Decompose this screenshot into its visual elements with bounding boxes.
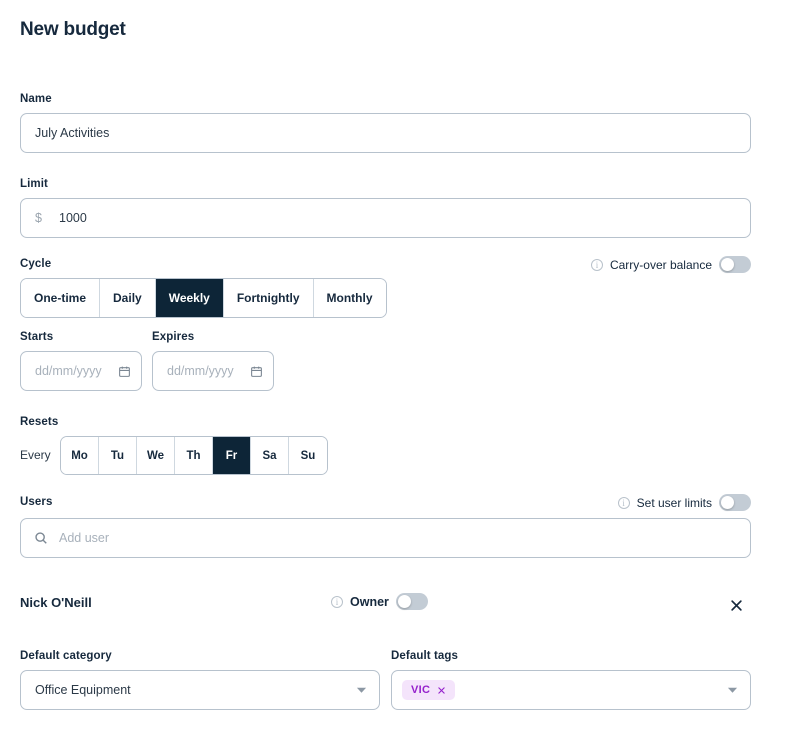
owner-control: i Owner [331, 593, 428, 610]
search-icon [34, 531, 48, 545]
info-icon[interactable]: i [617, 496, 630, 509]
starts-date-placeholder: dd/mm/yyyy [35, 364, 102, 378]
limit-input-value: 1000 [59, 211, 87, 225]
carry-over-balance-control: i Carry-over balance [590, 256, 751, 273]
expires-date-placeholder: dd/mm/yyyy [167, 364, 234, 378]
default-category-select[interactable]: Office Equipment [20, 670, 380, 710]
info-icon[interactable]: i [590, 258, 603, 271]
reset-day-mo[interactable]: Mo [61, 437, 99, 474]
add-user-search-input[interactable]: Add user [20, 518, 751, 558]
reset-day-su[interactable]: Su [289, 437, 327, 474]
tag-chip-label: VIC [411, 684, 431, 696]
cycle-button-group: One-time Daily Weekly Fortnightly Monthl… [20, 278, 387, 318]
expires-date-input[interactable]: dd/mm/yyyy [152, 351, 274, 391]
carry-over-balance-label: Carry-over balance [609, 257, 712, 272]
cycle-option-monthly[interactable]: Monthly [313, 279, 386, 317]
set-user-limits-toggle[interactable] [719, 494, 751, 511]
calendar-icon[interactable] [250, 365, 263, 378]
carry-over-balance-toggle[interactable] [719, 256, 751, 273]
page-title: New budget [20, 19, 126, 40]
user-row-name: Nick O'Neill [20, 595, 92, 610]
set-user-limits-control: i Set user limits [617, 494, 751, 511]
default-tags-label: Default tags [391, 650, 459, 662]
currency-symbol: $ [35, 211, 42, 225]
default-category-value: Office Equipment [35, 683, 131, 697]
limit-input[interactable]: $ 1000 [20, 198, 751, 238]
cycle-option-one-time[interactable]: One-time [21, 279, 101, 317]
name-input[interactable]: July Activities [20, 113, 751, 153]
calendar-icon[interactable] [118, 365, 131, 378]
set-user-limits-label: Set user limits [636, 495, 712, 510]
resets-label: Resets [20, 416, 59, 428]
cycle-option-weekly[interactable]: Weekly [155, 279, 224, 317]
cycle-label: Cycle [20, 258, 52, 270]
tag-chip[interactable]: VIC [402, 680, 456, 700]
chevron-down-icon[interactable] [356, 686, 367, 694]
owner-label: Owner [350, 594, 389, 609]
owner-toggle[interactable] [395, 593, 428, 610]
users-label: Users [20, 496, 53, 508]
reset-day-fr[interactable]: Fr [213, 437, 251, 474]
new-budget-form: New budget Name July Activities Limit $ … [0, 0, 811, 744]
reset-day-tu[interactable]: Tu [99, 437, 137, 474]
default-category-label: Default category [20, 650, 112, 662]
default-tags-select[interactable]: VIC [391, 670, 751, 710]
add-user-placeholder: Add user [59, 531, 110, 545]
remove-user-button[interactable] [729, 598, 744, 613]
resets-day-group: Mo Tu We Th Fr Sa Su [60, 436, 328, 475]
name-input-value: July Activities [35, 126, 110, 140]
reset-day-th[interactable]: Th [175, 437, 213, 474]
chevron-down-icon[interactable] [727, 686, 738, 694]
expires-label: Expires [152, 331, 195, 343]
reset-day-we[interactable]: We [137, 437, 175, 474]
reset-day-sa[interactable]: Sa [251, 437, 289, 474]
name-label: Name [20, 93, 52, 105]
starts-date-input[interactable]: dd/mm/yyyy [20, 351, 142, 391]
close-icon[interactable] [437, 686, 446, 695]
starts-label: Starts [20, 331, 54, 343]
info-icon[interactable]: i [331, 595, 343, 608]
limit-label: Limit [20, 178, 48, 190]
resets-every-label: Every [20, 448, 51, 462]
cycle-option-daily[interactable]: Daily [100, 279, 156, 317]
cycle-option-fortnightly[interactable]: Fortnightly [223, 279, 314, 317]
